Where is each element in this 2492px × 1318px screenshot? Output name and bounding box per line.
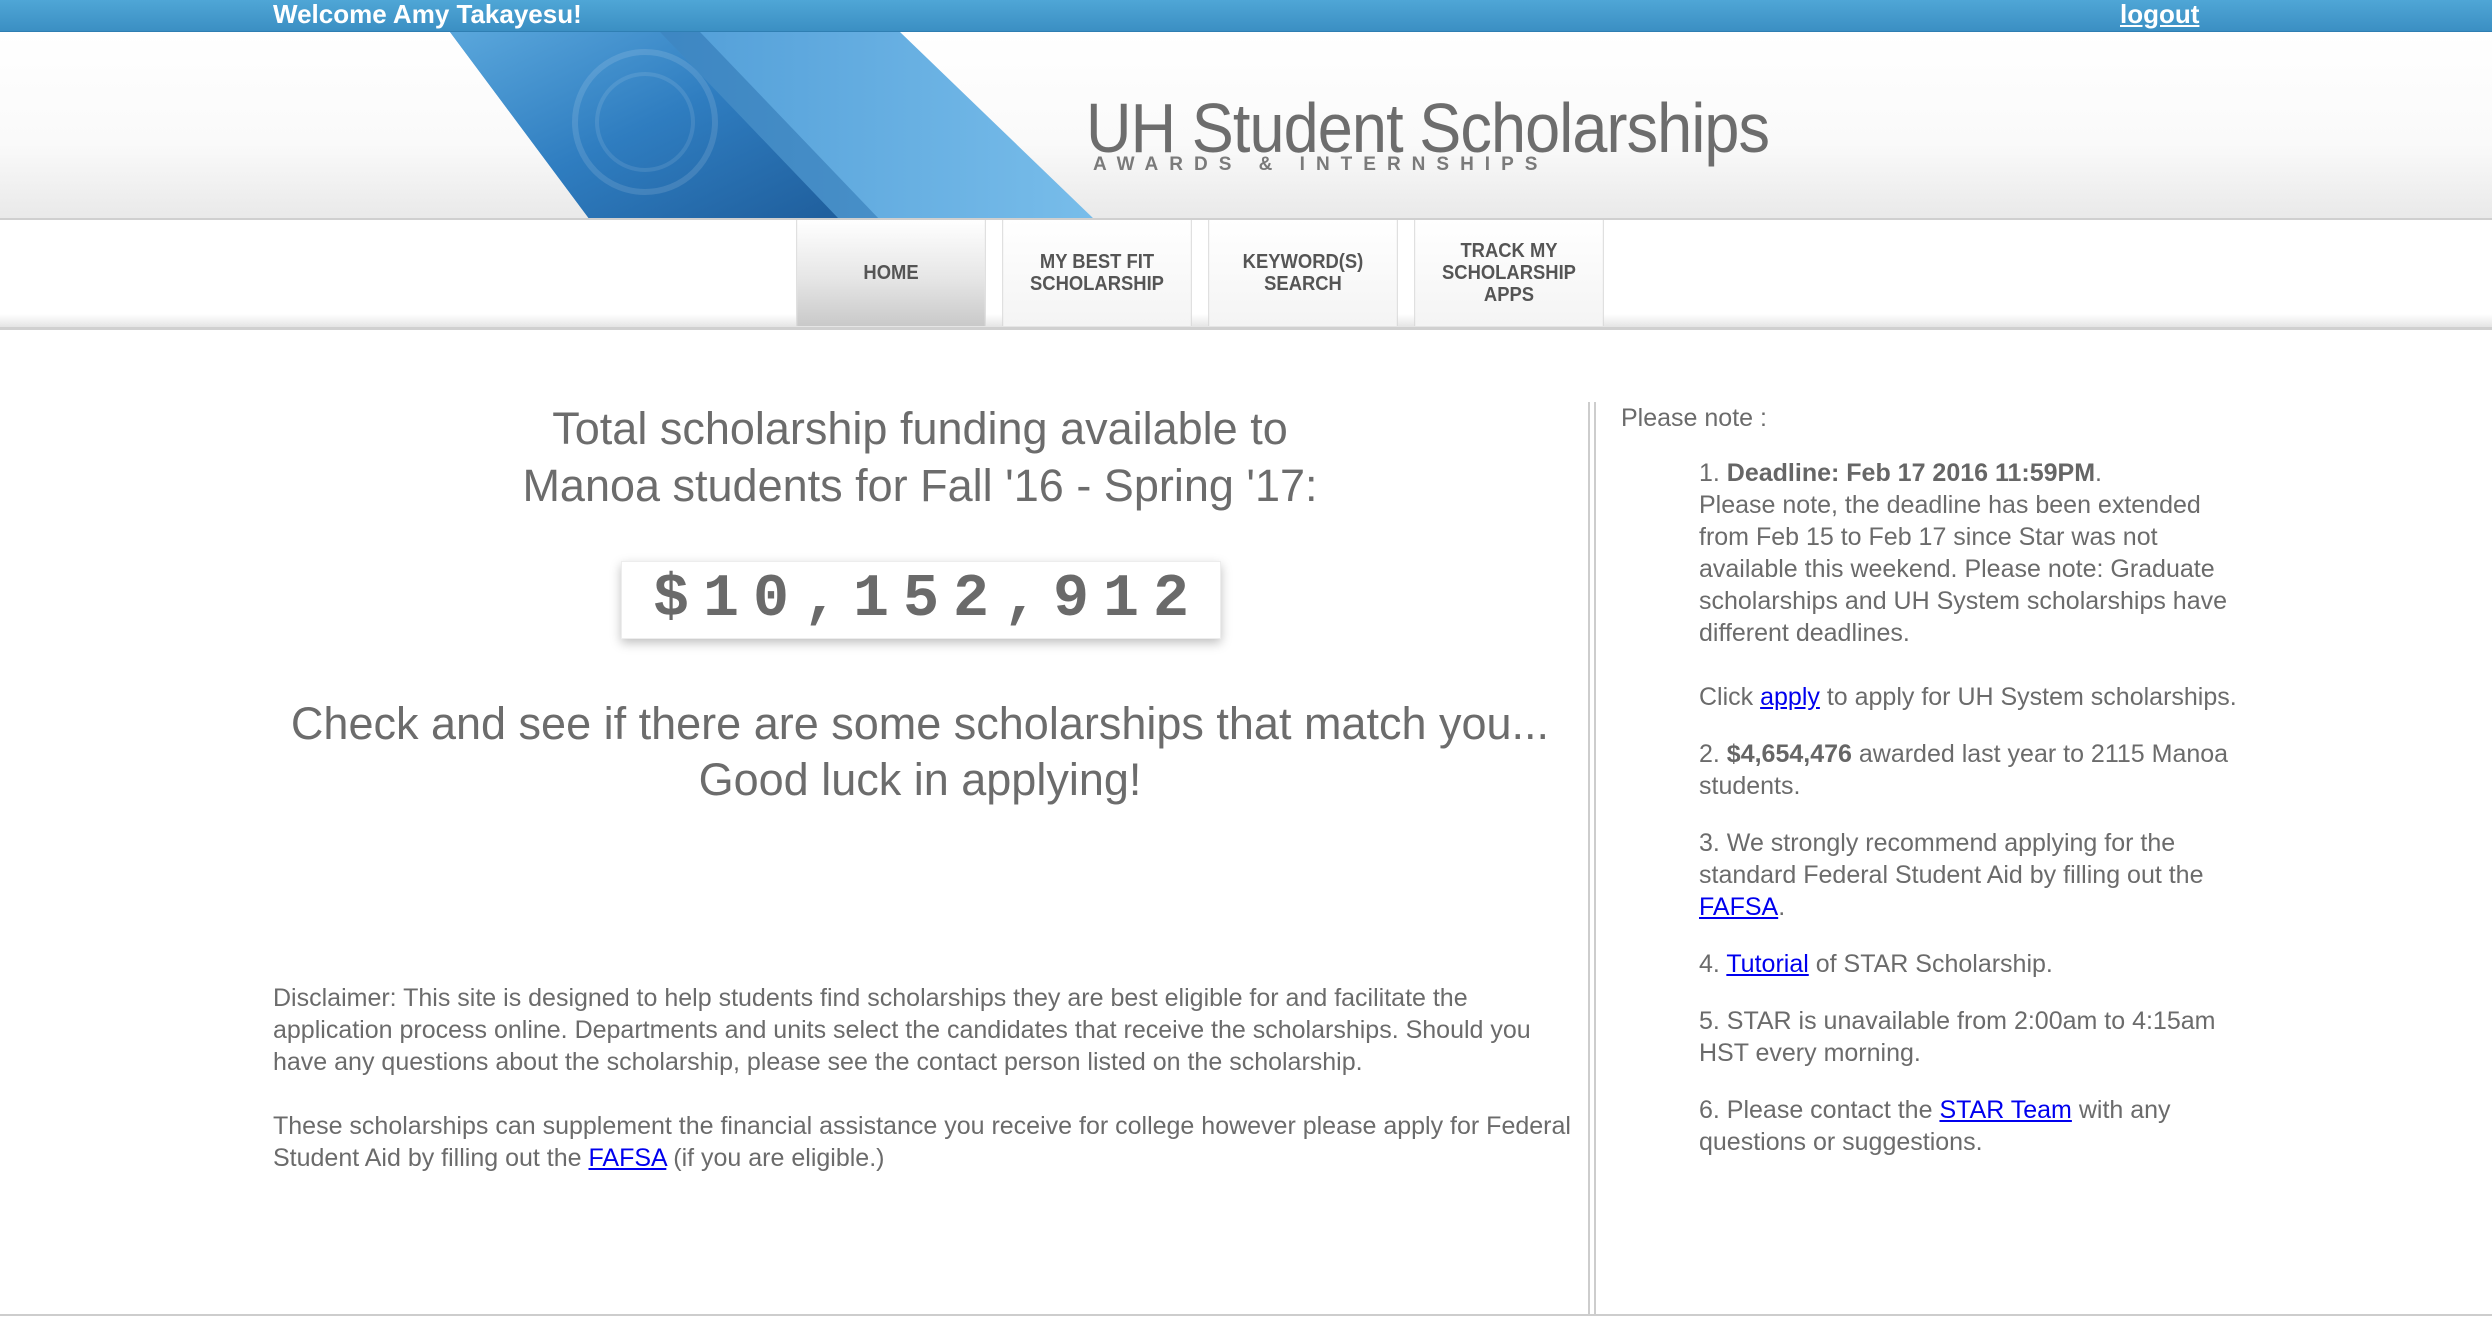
site-banner: UH Student Scholarships AWARDS & INTERNS… [0, 32, 2492, 220]
tutorial-link[interactable]: Tutorial [1726, 950, 1808, 978]
welcome-message: Welcome Amy Takayesu! [273, 0, 582, 29]
star-team-link[interactable]: STAR Team [1939, 1096, 2071, 1124]
notes-fafsa-link[interactable]: FAFSA [1699, 893, 1778, 921]
apply-text-post: to apply for UH System scholarships. [1819, 683, 2237, 711]
nav-keyword-search[interactable]: KEYWORD(S) SEARCH [1208, 220, 1398, 326]
note-item-availability: 5. STAR is unavailable from 2:00am to 4:… [1699, 1007, 2216, 1067]
match-message-line2: Good luck in applying! [698, 754, 1142, 805]
contact-text-pre: 6. Please contact the [1699, 1096, 1940, 1124]
main-nav: HOME MY BEST FIT SCHOLARSHIP KEYWORD(S) … [788, 220, 1612, 326]
disclaimer: Disclaimer: This site is designed to hel… [273, 982, 1573, 1174]
tutorial-text-post: of STAR Scholarship. [1808, 950, 2053, 978]
fafsa-paragraph-tail: (if you are eligible.) [666, 1144, 885, 1172]
bottom-divider [0, 1314, 2492, 1316]
match-message-line1: Check and see if there are some scholars… [290, 698, 1550, 749]
note-number: 1. [1699, 459, 1727, 487]
fafsa-link[interactable]: FAFSA [589, 1144, 667, 1172]
nav-best-fit-scholarship[interactable]: MY BEST FIT SCHOLARSHIP [1002, 220, 1192, 326]
note-period: . [2095, 459, 2102, 487]
note-item-awarded: 2. $4,654,476 awarded last year to 2115 … [1699, 738, 2239, 802]
match-message: Check and see if there are some scholars… [250, 696, 1590, 808]
notes-heading: Please note : [1621, 404, 1767, 432]
uh-seal-swoosh-logo [450, 32, 1093, 218]
funding-heading-line2: Manoa students for Fall '16 - Spring '17… [522, 460, 1318, 511]
site-subtitle: AWARDS & INTERNSHIPS [1093, 154, 1549, 175]
notes-list: 1. Deadline: Feb 17 2016 11:59PM. Please… [1699, 457, 2239, 1183]
awarded-amount: $4,654,476 [1726, 740, 1852, 768]
tutorial-text-pre: 4. [1699, 950, 1727, 978]
funding-heading: Total scholarship funding available to M… [320, 400, 1520, 514]
note-item-deadline: 1. Deadline: Feb 17 2016 11:59PM. Please… [1699, 457, 2239, 649]
note-item-tutorial: 4. Tutorial of STAR Scholarship. [1699, 948, 2239, 980]
note-period: . [1778, 893, 1786, 921]
disclaimer-paragraph: Disclaimer: This site is designed to hel… [273, 984, 1531, 1076]
note-item-fafsa: 3. We strongly recommend applying for th… [1699, 827, 2239, 923]
column-divider [1588, 402, 1596, 1316]
fafsa-note-text: 3. We strongly recommend applying for th… [1699, 829, 2204, 889]
nav-track-apps[interactable]: TRACK MY SCHOLARSHIP APPS [1414, 220, 1604, 326]
fafsa-paragraph-text: These scholarships can supplement the fi… [273, 1112, 1571, 1172]
nav-home[interactable]: HOME [796, 220, 986, 326]
top-bar: Welcome Amy Takayesu! logout [0, 0, 2492, 32]
deadline-extension-text: Please note, the deadline has been exten… [1699, 491, 2228, 647]
apply-link[interactable]: apply [1760, 683, 1820, 711]
note-item-contact: 6. Please contact the STAR Team with any… [1699, 1094, 2239, 1158]
fafsa-paragraph: These scholarships can supplement the fi… [273, 1110, 1573, 1174]
funding-heading-line1: Total scholarship funding available to [552, 403, 1288, 454]
note-number: 2. [1699, 740, 1727, 768]
note-item-apply: Click apply to apply for UH System schol… [1699, 681, 2239, 713]
funding-counter: $10,152,912 [621, 561, 1221, 639]
deadline-text: Deadline: Feb 17 2016 11:59PM [1726, 459, 2096, 487]
main-nav-bar: HOME MY BEST FIT SCHOLARSHIP KEYWORD(S) … [0, 220, 2492, 330]
apply-text-pre: Click [1699, 683, 1761, 711]
logout-link[interactable]: logout [2120, 0, 2199, 28]
